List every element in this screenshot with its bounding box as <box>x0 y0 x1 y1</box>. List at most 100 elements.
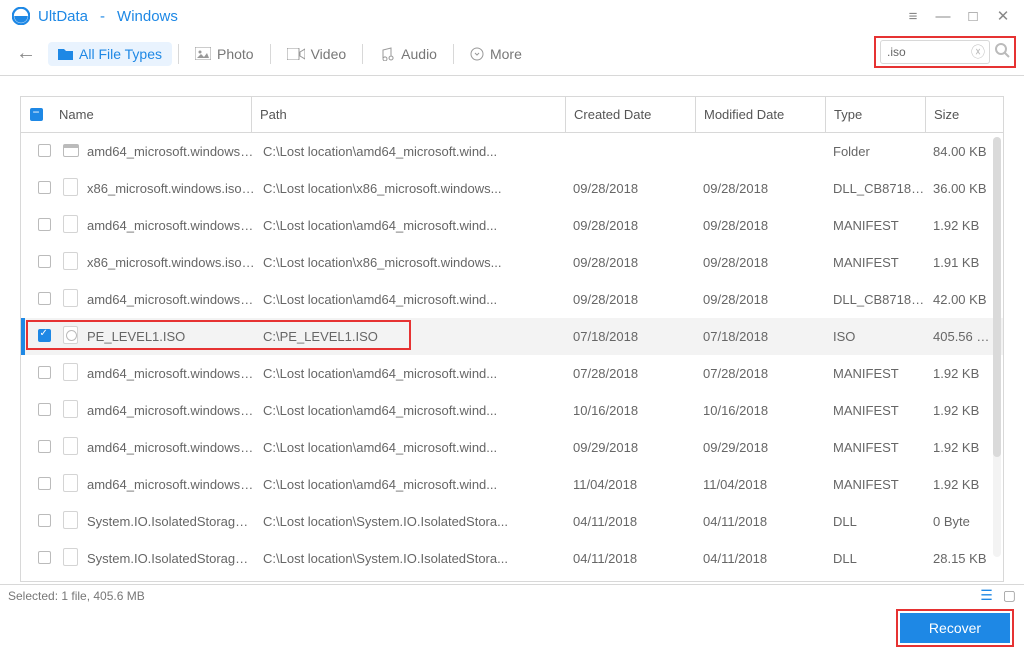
row-checkbox[interactable] <box>38 403 51 416</box>
search-icon[interactable] <box>994 42 1010 63</box>
cell-size: 1.92 KB <box>925 403 1003 418</box>
cell-size: 42.00 KB <box>925 292 1003 307</box>
row-checkbox[interactable] <box>38 514 51 527</box>
view-grid-icon[interactable]: ▢ <box>1003 587 1016 604</box>
cell-size: 1.92 KB <box>925 366 1003 381</box>
table-row[interactable]: x86_microsoft.windows.isolatio...C:\Lost… <box>21 170 1003 207</box>
row-checkbox[interactable] <box>38 329 51 342</box>
clear-search-icon[interactable]: ⓧ <box>971 42 985 62</box>
table-row[interactable]: x86_microsoft.windows.isolatio...C:\Lost… <box>21 244 1003 281</box>
column-created[interactable]: Created Date <box>574 107 651 122</box>
cell-path: C:\Lost location\amd64_microsoft.wind... <box>255 292 565 307</box>
titlebar: UltData - Windows ≡ — □ ✕ <box>0 0 1024 32</box>
status-text: Selected: 1 file, 405.6 MB <box>8 589 145 603</box>
video-icon <box>287 48 305 60</box>
cell-path: C:\Lost location\System.IO.IsolatedStora… <box>255 514 565 529</box>
cell-name: amd64_microsoft.windows.isol... <box>79 366 255 381</box>
status-bar: Selected: 1 file, 405.6 MB ☰ ▢ <box>0 584 1024 606</box>
maximize-button[interactable]: □ <box>958 1 988 31</box>
cell-created: 09/28/2018 <box>565 181 695 196</box>
column-type[interactable]: Type <box>834 107 862 122</box>
view-list-icon[interactable]: ☰ <box>980 587 993 604</box>
file-icon <box>63 548 78 566</box>
scrollbar-thumb[interactable] <box>993 137 1001 457</box>
cell-size: 1.92 KB <box>925 218 1003 233</box>
cell-type: DLL <box>825 514 925 529</box>
file-icon <box>63 215 78 233</box>
cell-size: 1.92 KB <box>925 440 1003 455</box>
row-checkbox[interactable] <box>38 144 51 157</box>
cell-modified: 09/28/2018 <box>695 292 825 307</box>
row-checkbox[interactable] <box>38 292 51 305</box>
search-input[interactable] <box>885 44 953 60</box>
app-logo-icon <box>12 7 30 25</box>
cell-size: 405.56 MB <box>925 329 1003 344</box>
column-name[interactable]: Name <box>59 107 94 122</box>
cell-name: amd64_microsoft.windows.isol... <box>79 218 255 233</box>
cell-created: 11/04/2018 <box>565 477 695 492</box>
cell-modified: 04/11/2018 <box>695 514 825 529</box>
cell-name: amd64_microsoft.windows.isol... <box>79 440 255 455</box>
table-row[interactable]: amd64_microsoft.windows.isol...C:\Lost l… <box>21 281 1003 318</box>
table-row[interactable]: amd64_microsoft.windows.isol...C:\Lost l… <box>21 355 1003 392</box>
row-checkbox[interactable] <box>38 181 51 194</box>
cell-name: amd64_microsoft.windows.isol... <box>79 477 255 492</box>
cell-type: MANIFEST <box>825 440 925 455</box>
file-list: Name Path Created Date Modified Date Typ… <box>20 96 1004 582</box>
column-size[interactable]: Size <box>934 107 959 122</box>
file-icon <box>63 511 78 529</box>
table-row[interactable]: System.IO.IsolatedStorage.dllC:\Lost loc… <box>21 540 1003 577</box>
cell-type: MANIFEST <box>825 477 925 492</box>
filter-more[interactable]: More <box>460 42 532 66</box>
table-row[interactable]: amd64_microsoft.windows.isol...C:\Lost l… <box>21 207 1003 244</box>
cell-path: C:\Lost location\amd64_microsoft.wind... <box>255 440 565 455</box>
table-row[interactable]: amd64_microsoft.windows.isol...C:\Lost l… <box>21 133 1003 170</box>
table-row[interactable]: amd64_microsoft.windows.isol...C:\Lost l… <box>21 392 1003 429</box>
row-checkbox[interactable] <box>38 255 51 268</box>
cell-path: C:\Lost location\amd64_microsoft.wind... <box>255 403 565 418</box>
select-all-checkbox[interactable] <box>30 108 43 121</box>
menu-icon[interactable]: ≡ <box>898 1 928 31</box>
row-checkbox[interactable] <box>38 440 51 453</box>
table-row[interactable]: System.IO.IsolatedStorage.dllC:\Lost loc… <box>21 503 1003 540</box>
filter-video[interactable]: Video <box>277 42 357 66</box>
back-button[interactable]: ← <box>16 42 46 65</box>
filter-audio[interactable]: Audio <box>369 42 447 66</box>
more-icon <box>470 47 484 61</box>
close-button[interactable]: ✕ <box>988 1 1018 31</box>
cell-created: 09/29/2018 <box>565 440 695 455</box>
minimize-button[interactable]: — <box>928 1 958 31</box>
row-checkbox[interactable] <box>38 366 51 379</box>
cell-modified: 09/28/2018 <box>695 181 825 196</box>
table-header: Name Path Created Date Modified Date Typ… <box>21 97 1003 133</box>
cell-name: amd64_microsoft.windows.isol... <box>79 292 255 307</box>
table-row[interactable]: amd64_microsoft.windows.isol...C:\Lost l… <box>21 429 1003 466</box>
file-icon <box>63 252 78 270</box>
recover-button[interactable]: Recover <box>900 613 1010 643</box>
cell-size: 1.92 KB <box>925 477 1003 492</box>
filter-all-file-types[interactable]: All File Types <box>48 42 172 66</box>
filter-label: Video <box>311 46 347 62</box>
cell-created: 09/28/2018 <box>565 292 695 307</box>
column-path[interactable]: Path <box>260 107 287 122</box>
row-checkbox[interactable] <box>38 218 51 231</box>
cell-path: C:\Lost location\x86_microsoft.windows..… <box>255 255 565 270</box>
column-modified[interactable]: Modified Date <box>704 107 784 122</box>
row-checkbox[interactable] <box>38 477 51 490</box>
cell-created: 09/28/2018 <box>565 218 695 233</box>
cell-size: 28.15 KB <box>925 551 1003 566</box>
filter-photo[interactable]: Photo <box>185 42 264 66</box>
audio-icon <box>379 47 395 61</box>
row-checkbox[interactable] <box>38 551 51 564</box>
table-row[interactable]: PE_LEVEL1.ISOC:\PE_LEVEL1.ISO07/18/20180… <box>21 318 1003 355</box>
cell-type: DLL_CB87188C <box>825 181 925 196</box>
file-icon <box>63 289 78 307</box>
folder-icon <box>63 144 79 157</box>
cell-name: System.IO.IsolatedStorage.dll <box>79 551 255 566</box>
table-row[interactable]: amd64_microsoft.windows.isol...C:\Lost l… <box>21 466 1003 503</box>
cell-modified: 07/18/2018 <box>695 329 825 344</box>
cell-path: C:\Lost location\amd64_microsoft.wind... <box>255 218 565 233</box>
filter-label: All File Types <box>79 46 162 62</box>
cell-type: MANIFEST <box>825 366 925 381</box>
cell-path: C:\Lost location\System.IO.IsolatedStora… <box>255 551 565 566</box>
